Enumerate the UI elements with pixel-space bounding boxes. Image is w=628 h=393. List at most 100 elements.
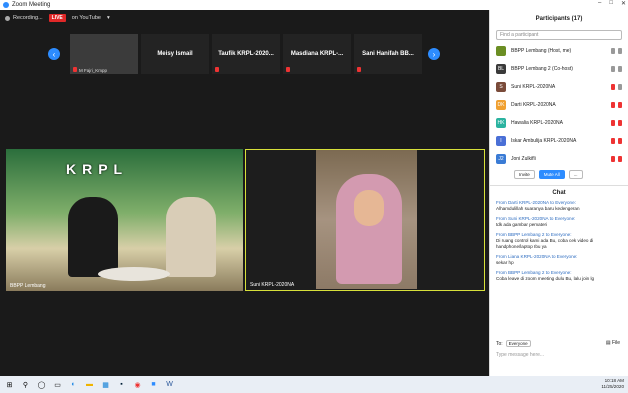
chat-recipient: To: Everyone: [496, 340, 531, 347]
speaker-face: [354, 190, 384, 226]
thumbnail-tile[interactable]: Taufik KRPL-2020...: [212, 34, 280, 74]
chat-header: Chat: [490, 185, 628, 199]
video-label: Suni KRPL-2020NA: [250, 282, 295, 288]
system-clock[interactable]: 10:18 AM 11/25/2020: [601, 378, 624, 390]
chevron-right-icon: ›: [432, 49, 436, 59]
participant-status: [611, 102, 622, 108]
window-titlebar: Zoom Meeting – □ ✕: [0, 0, 628, 10]
muted-mic-icon: [611, 102, 615, 108]
chat-message: From Liana KRPL-2020NA to Everyone: sekar…: [490, 253, 628, 269]
video-off-icon: [618, 156, 622, 162]
record-icon: [5, 15, 10, 21]
muted-mic-icon: [286, 67, 290, 72]
presenter-figure: [166, 197, 216, 277]
meeting-stage: Recording... LIVE on YouTube ▾ ‹ M Fajri…: [0, 10, 489, 376]
video-off-icon: [618, 138, 622, 144]
participant-search-input[interactable]: Find a participant: [496, 30, 622, 40]
prev-page-button[interactable]: ‹: [48, 48, 60, 60]
participant-row[interactable]: J2 Joni Zulkifli: [490, 150, 628, 168]
tile-name: Sani Hanifah BB...: [362, 51, 414, 57]
file-button[interactable]: ▤ File: [606, 340, 620, 346]
mute-all-button[interactable]: Mute All: [538, 170, 565, 179]
thumbnail-tile[interactable]: Masdiana KRPL-...: [283, 34, 351, 74]
participants-header: Participants (17): [535, 16, 583, 22]
thumbnail-tile[interactable]: Meisy Ismail: [141, 34, 209, 74]
video-icon: [618, 48, 622, 54]
participant-name: Joni Zulkifli: [511, 156, 536, 162]
video-icon: [618, 66, 622, 72]
chat-messages: From Darti KRPL-2020NA to Everyone: Alham…: [490, 199, 628, 285]
window-title: Zoom Meeting: [12, 2, 51, 8]
store-icon[interactable]: ▦: [99, 378, 112, 391]
to-label: To:: [496, 340, 503, 347]
file-explorer-icon[interactable]: ▬: [83, 378, 96, 391]
recipient-select[interactable]: Everyone: [505, 340, 531, 347]
search-icon[interactable]: ⚲: [19, 378, 32, 391]
participant-row[interactable]: BBPP Lembang (Host, me): [490, 42, 628, 60]
next-page-button[interactable]: ›: [428, 48, 440, 60]
chat-message: From Darti KRPL-2020NA to Everyone: Alham…: [490, 199, 628, 215]
close-icon[interactable]: ✕: [621, 0, 626, 7]
video-active-speaker[interactable]: Suni KRPL-2020NA: [245, 149, 485, 291]
chat-text: Coba leave di zoom meeting dulu Bu, lalu…: [496, 276, 595, 281]
side-panel: Participants (17) Find a participant BBP…: [489, 10, 628, 376]
chat-text: Alhamdulillah suaranya baru kedengeran: [496, 206, 580, 211]
participant-row[interactable]: HK Hawalia KRPL-2020NA: [490, 114, 628, 132]
video-banner-title: KRPL: [66, 161, 129, 177]
task-view-icon[interactable]: ◯: [35, 378, 48, 391]
participant-status: [611, 48, 622, 54]
recording-indicator[interactable]: Recording...: [5, 15, 43, 21]
chat-message: From BBPP Lembang 2 to Everyone: Coba lea…: [490, 269, 628, 285]
mic-icon: [611, 48, 615, 54]
participant-actions: Invite Mute All ...: [490, 168, 628, 181]
edge-icon[interactable]: ◐: [67, 378, 80, 391]
video-icon: [618, 84, 622, 90]
participant-status: [611, 66, 622, 72]
tile-name: Masdiana KRPL-...: [290, 51, 344, 57]
maximize-icon[interactable]: □: [609, 0, 613, 7]
more-button[interactable]: ...: [568, 170, 583, 179]
participant-row[interactable]: DK Darti KRPL-2020NA: [490, 96, 628, 114]
mic-icon: [611, 66, 615, 72]
participant-row[interactable]: I Iskar Ambulija KRPL-2020NA: [490, 132, 628, 150]
windows-taskbar: ⊞ ⚲ ◯ ▭ ◐ ▬ ▦ ▪ ◉ ■ W 10:18 AM 11/25/202…: [0, 376, 628, 393]
participant-name: Darti KRPL-2020NA: [511, 102, 556, 108]
participant-name: Suni KRPL-2020NA: [511, 84, 556, 90]
muted-mic-icon: [611, 138, 615, 144]
avatar: [496, 46, 506, 56]
chat-text: Di ruang control kami ada Bu, coba cek v…: [496, 238, 594, 249]
chat-message: From Suni KRPL-2020NA to Everyone: tdk ad…: [490, 215, 628, 231]
zoom-logo-icon: [3, 2, 9, 8]
avatar: BL: [496, 64, 506, 74]
thumbnail-tile[interactable]: Sani Hanifah BB...: [354, 34, 422, 74]
participant-status: [611, 156, 622, 162]
live-target[interactable]: on YouTube: [72, 15, 101, 21]
zoom-icon[interactable]: ■: [147, 378, 160, 391]
video-bbpp-lembang[interactable]: KRPL BBPP Lembang: [6, 149, 243, 291]
muted-mic-icon: [611, 84, 615, 90]
table-figure: [98, 267, 170, 281]
live-badge[interactable]: LIVE: [48, 14, 66, 22]
word-icon[interactable]: W: [163, 378, 176, 391]
participant-name: Iskar Ambulija KRPL-2020NA: [511, 138, 577, 144]
chevron-down-icon[interactable]: ▾: [107, 15, 110, 21]
participant-name: BBPP Lembang (Host, me): [511, 48, 572, 54]
participant-row[interactable]: S Suni KRPL-2020NA: [490, 78, 628, 96]
top-status-row: Recording... LIVE on YouTube ▾: [5, 14, 110, 22]
muted-mic-icon: [215, 67, 219, 72]
chrome-icon[interactable]: ◉: [131, 378, 144, 391]
windows-start-icon[interactable]: ⊞: [3, 378, 16, 391]
video-label: BBPP Lembang: [10, 283, 46, 289]
clock-date: 11/25/2020: [601, 384, 624, 389]
speaker-image: [316, 150, 417, 289]
window-controls: – □ ✕: [598, 0, 626, 7]
photoshop-icon[interactable]: ▪: [115, 378, 128, 391]
participant-row[interactable]: BL BBPP Lembang 2 (Co-host): [490, 60, 628, 78]
thumbnail-tile[interactable]: M Fajri_Kmpp: [70, 34, 138, 74]
invite-button[interactable]: Invite: [514, 170, 535, 179]
minimize-icon[interactable]: –: [598, 0, 601, 7]
chat-input[interactable]: Type message here...: [496, 352, 544, 358]
video-off-icon: [618, 102, 622, 108]
task-view-button[interactable]: ▭: [51, 378, 64, 391]
participant-status: [611, 138, 622, 144]
